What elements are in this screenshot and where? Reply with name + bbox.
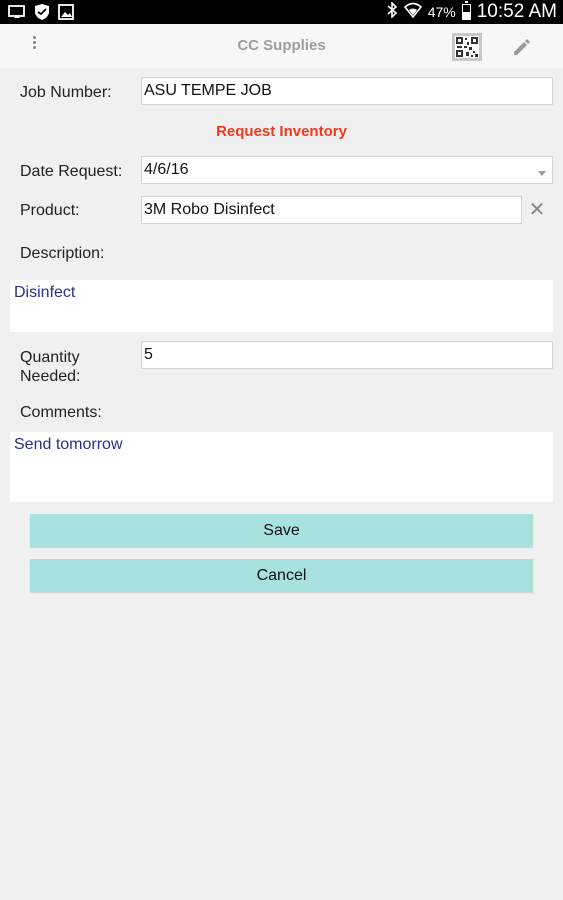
date-request-value: 4/6/16 [144,161,189,178]
bluetooth-icon [386,0,398,23]
quantity-label-line1: Quantity [20,349,80,366]
wifi-icon [403,2,422,23]
description-label: Description: [20,245,105,262]
dropdown-arrow-icon [538,171,546,176]
status-right: 47% 10:52 AM [386,0,557,24]
quantity-field[interactable]: 5 [141,341,553,369]
status-bar: 47% 10:52 AM [0,0,563,24]
clear-product-icon[interactable]: ✕ [528,200,546,220]
product-field[interactable]: 3M Robo Disinfect [141,196,522,224]
product-label: Product: [20,202,80,219]
date-request-label: Date Request: [20,163,123,180]
section-heading: Request Inventory [216,123,347,140]
job-number-field[interactable]: ASU TEMPE JOB [141,77,553,105]
comments-textarea[interactable]: Send tomorrow [10,432,553,502]
save-button[interactable]: Save [30,514,533,547]
image-icon [58,4,74,25]
comments-label: Comments: [20,404,102,421]
job-number-label: Job Number: [20,84,112,101]
description-textarea[interactable]: Disinfect [10,280,553,332]
quantity-label-line2: Needed: [20,368,81,385]
shield-icon [34,3,50,26]
request-form: Job Number: ASU TEMPE JOB Request Invent… [0,68,563,900]
quantity-label: Quantity Needed: [20,348,81,386]
battery-icon [461,1,471,20]
clock: 10:52 AM [476,1,557,22]
cancel-button[interactable]: Cancel [30,559,533,592]
date-request-dropdown[interactable]: 4/6/16 [141,156,553,184]
cast-icon [8,4,26,25]
status-left-icons [8,3,74,26]
app-bar: CC Supplies [0,24,563,68]
qr-code-icon[interactable] [452,33,482,61]
pencil-icon[interactable] [510,35,534,59]
battery-percent: 47% [427,4,456,20]
